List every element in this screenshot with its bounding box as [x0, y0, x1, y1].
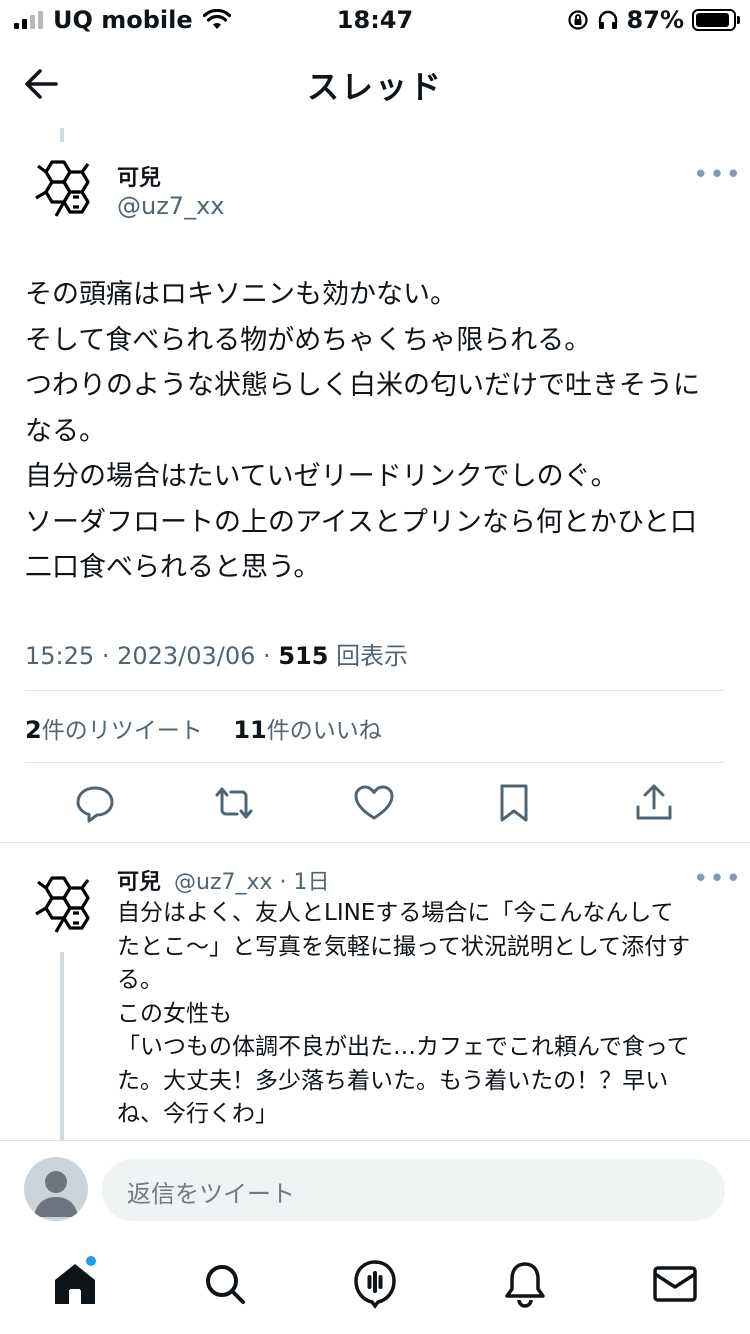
more-options-icon[interactable]: •••: [693, 160, 742, 190]
reply-author-handle[interactable]: @uz7_xx: [174, 870, 273, 895]
tweet-line: ソーダフロートの上のアイスとプリンなら何とかひと口: [25, 506, 698, 538]
reply-line: 「いつもの体調不良が出た…カフェでこれ頼んで食って: [117, 1034, 690, 1060]
status-bar: UQ mobile 18:47 87%: [0, 0, 750, 42]
reply-body[interactable]: 自分はよく、友人とLINEする場合に「今こんなんして たとこ〜」と写真を気軽に撮…: [117, 897, 727, 1132]
tweet-line: なる。: [25, 415, 106, 447]
spaces-icon[interactable]: [347, 1256, 403, 1312]
battery-percent: 87%: [626, 6, 684, 34]
my-avatar[interactable]: [24, 1157, 88, 1221]
messages-icon[interactable]: [647, 1256, 703, 1312]
reply-line: 自分はよく、友人とLINEする場合に「今こんなんして: [117, 900, 674, 926]
headphones-icon: [598, 10, 617, 29]
reply-composer: 返信をツイート: [0, 1140, 750, 1237]
avatar-image: [35, 876, 90, 933]
divider: [25, 762, 725, 763]
notifications-icon[interactable]: [497, 1256, 553, 1312]
retweets-count: 2: [25, 716, 42, 744]
views-count: 515: [278, 642, 329, 670]
tweet-meta: 15:25 · 2023/03/06 · 515 回表示: [25, 642, 409, 670]
divider: [25, 690, 725, 691]
reply-icon[interactable]: [72, 780, 118, 826]
more-options-icon[interactable]: •••: [693, 864, 742, 894]
reply-author-avatar[interactable]: [22, 866, 100, 944]
reply-author-name[interactable]: 可兒: [117, 870, 161, 895]
tweet-line: 自分の場合はたいていゼリードリンクでしのぐ。: [25, 461, 618, 492]
author-avatar[interactable]: [22, 150, 100, 228]
default-avatar-icon: [34, 1171, 78, 1217]
tweet-line: 二口食べられると思う。: [25, 552, 321, 583]
divider: [0, 842, 750, 843]
notification-dot: [86, 1256, 96, 1266]
top-nav-bar: スレッド: [0, 42, 750, 126]
likes-count: 11: [233, 716, 267, 744]
tweet-actions: [0, 772, 750, 836]
retweets-link[interactable]: 2件のリツイート: [25, 716, 210, 744]
tweet-time[interactable]: 15:25: [25, 642, 94, 670]
battery-icon: [692, 9, 740, 31]
status-right: 87%: [567, 6, 740, 34]
thread-connector-line: [60, 952, 64, 1142]
tweet-stats: 2件のリツイート 11件のいいね: [25, 711, 382, 745]
reply-line: たとこ〜」と写真を気軽に撮って状況説明として添付す: [117, 933, 691, 960]
likes-label: 件のいいね: [266, 718, 382, 744]
reply-line: る。: [117, 967, 163, 993]
reply-line: た。大丈夫！多少落ち着いた。もう着いたの！？早い: [117, 1067, 669, 1094]
reply-age: 1日: [293, 870, 330, 895]
like-icon[interactable]: [351, 780, 397, 826]
reply-input-placeholder: 返信をツイート: [127, 1180, 295, 1208]
retweets-label: 件のリツイート: [41, 718, 203, 744]
tweet-line: そして食べられる物がめちゃくちゃ限られる。: [25, 324, 592, 356]
tweet-date[interactable]: 2023/03/06: [117, 642, 255, 670]
search-icon[interactable]: [197, 1256, 253, 1312]
retweet-icon[interactable]: [211, 780, 257, 826]
author-handle[interactable]: @uz7_xx: [117, 192, 224, 220]
tweet-line: つわりのような状態らしく白米の匂いだけで吐きそうに: [25, 370, 700, 401]
reply-line: この女性も: [117, 1000, 232, 1027]
author-name[interactable]: 可兒: [117, 160, 161, 192]
likes-link[interactable]: 11件のいいね: [233, 716, 382, 744]
bookmark-icon[interactable]: [491, 780, 537, 826]
reply-line: ね、今行くわ」: [117, 1101, 278, 1127]
reply-input[interactable]: 返信をツイート: [102, 1159, 725, 1221]
rotation-lock-icon: [567, 10, 588, 30]
tweet-body: その頭痛はロキソニンも効かない。 そして食べられる物がめちゃくちゃ限られる。 つ…: [25, 272, 735, 591]
share-icon[interactable]: [631, 780, 677, 826]
avatar-image: [35, 160, 90, 217]
thread-connector-line: [60, 128, 64, 142]
bottom-tab-bar: [0, 1238, 750, 1334]
page-title: スレッド: [306, 68, 443, 106]
views-label: 回表示: [336, 642, 409, 670]
reply-header: 可兒 @uz7_xx · 1日: [117, 870, 330, 895]
tweet-line: その頭痛はロキソニンも効かない。: [25, 279, 457, 310]
